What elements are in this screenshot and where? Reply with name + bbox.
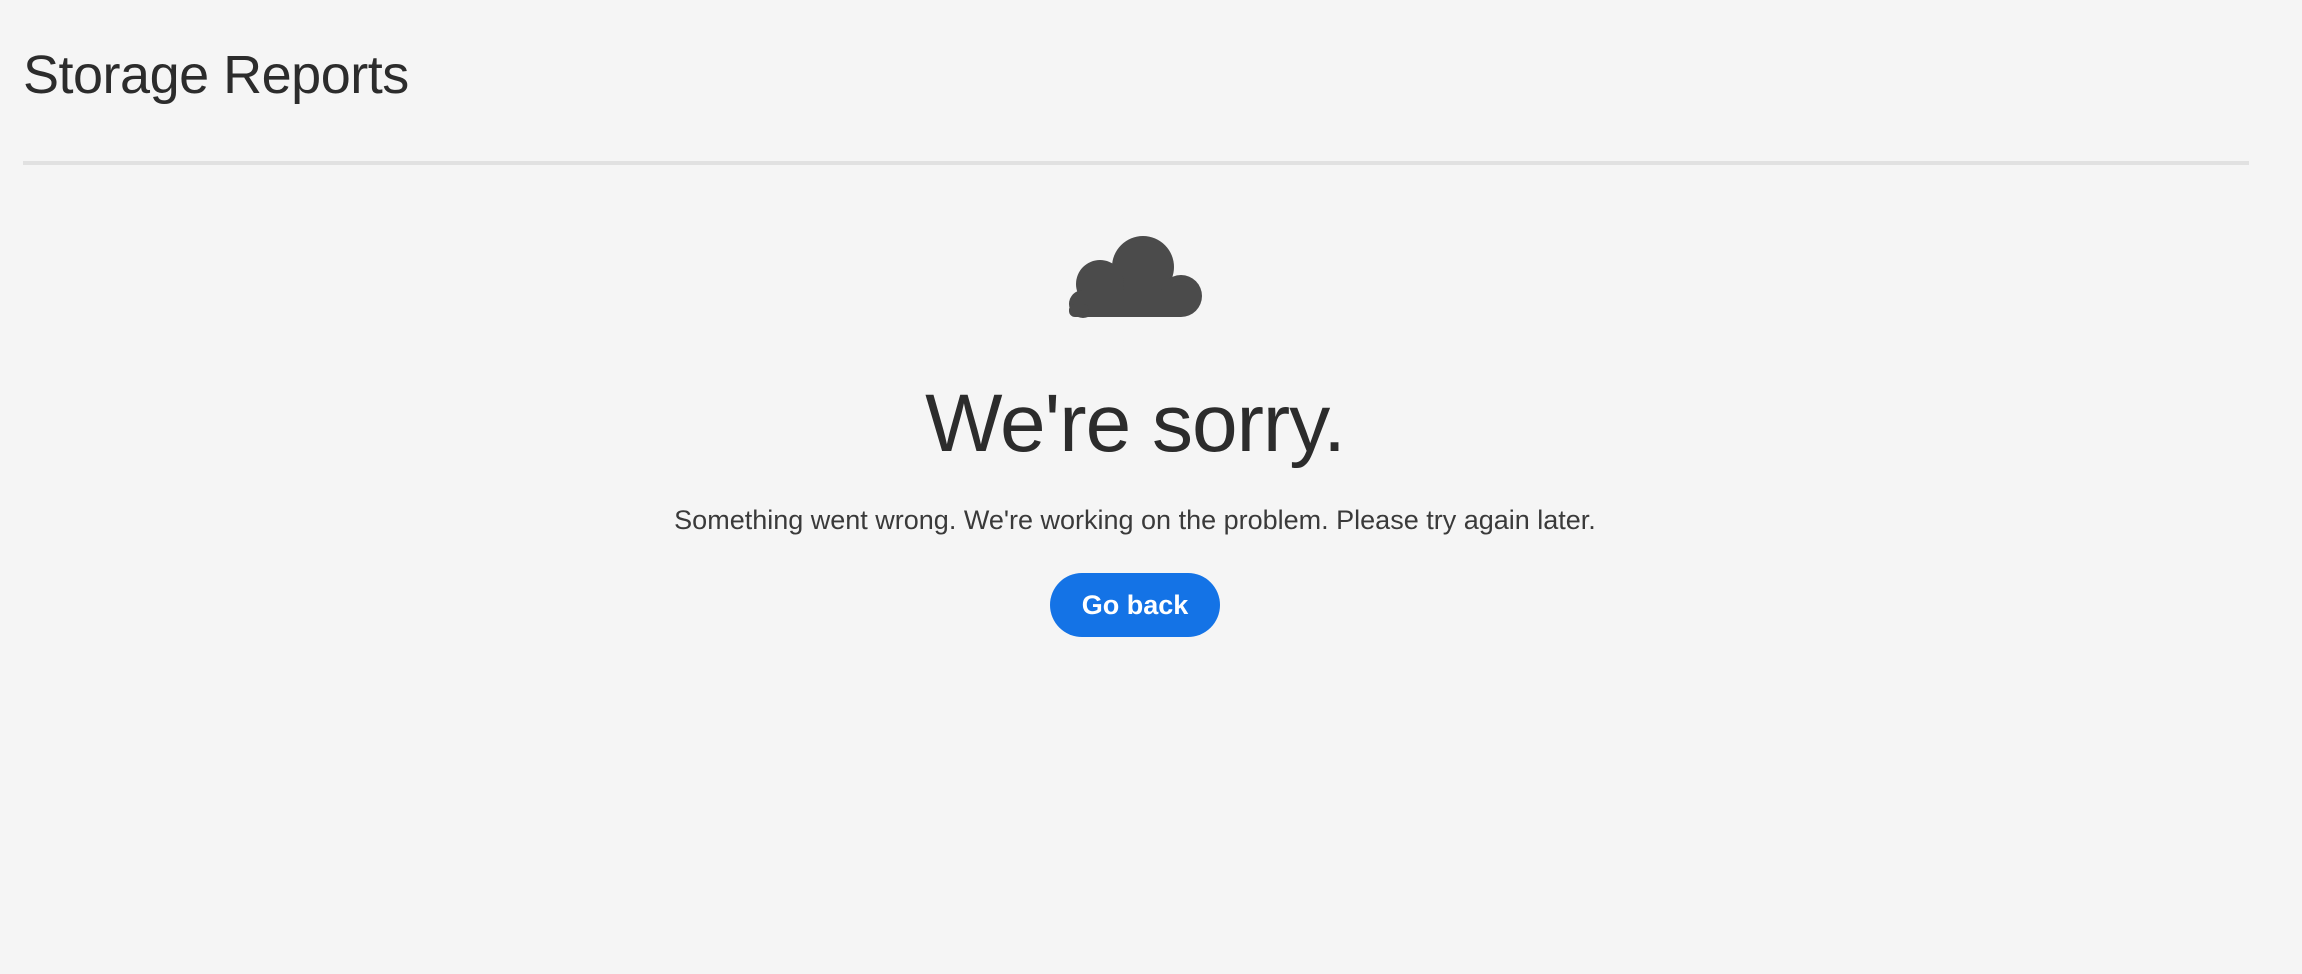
title-divider xyxy=(23,161,2249,165)
error-heading: We're sorry. xyxy=(925,378,1346,469)
cloud-icon xyxy=(1069,236,1202,318)
storage-reports-page: Storage Reports We're sorry. Something w… xyxy=(0,0,2302,974)
page-title: Storage Reports xyxy=(23,45,409,105)
error-panel: We're sorry. Something went wrong. We're… xyxy=(0,234,2270,637)
error-message: Something went wrong. We're working on t… xyxy=(674,505,1596,535)
go-back-button[interactable]: Go back xyxy=(1049,573,1221,637)
